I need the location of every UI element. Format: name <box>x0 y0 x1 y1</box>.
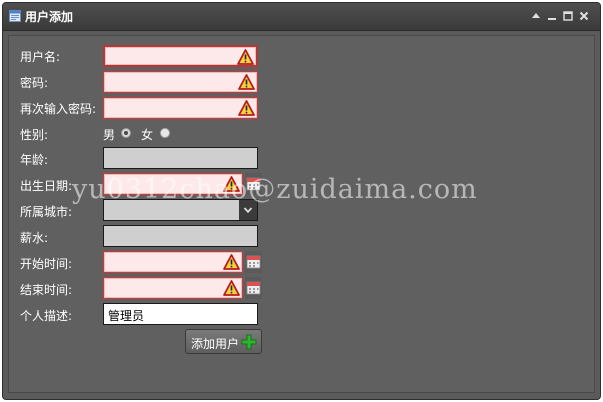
city-dropdown-trigger[interactable] <box>239 200 257 220</box>
warning-icon <box>223 254 240 270</box>
warning-icon <box>223 280 240 296</box>
city-combobox[interactable] <box>103 199 258 221</box>
calendar-icon[interactable] <box>245 277 262 299</box>
start-time-input[interactable] <box>103 251 243 273</box>
start-time-label: 开始时间: <box>20 257 73 271</box>
city-label: 所属城市: <box>20 205 73 219</box>
add-icon <box>241 334 257 350</box>
window-title: 用户添加 <box>25 10 74 24</box>
age-input[interactable] <box>103 147 258 169</box>
end-time-label: 结束时间: <box>20 283 73 297</box>
warning-icon <box>238 74 255 90</box>
description-label: 个人描述: <box>20 309 73 323</box>
age-label: 年龄: <box>20 153 49 167</box>
end-time-input[interactable] <box>103 277 243 299</box>
gender-female-label: 女 <box>141 128 154 142</box>
user-add-window: 用户添加 <box>2 2 601 400</box>
password-confirm-label: 再次输入密码: <box>20 102 97 116</box>
minimize-icon[interactable] <box>546 9 558 23</box>
password-confirm-input[interactable] <box>103 97 258 119</box>
gender-label: 性别: <box>20 128 49 142</box>
username-label: 用户名: <box>20 50 61 64</box>
form-panel <box>8 35 595 393</box>
username-input[interactable] <box>103 45 258 67</box>
birthday-label: 出生日期: <box>20 179 73 193</box>
birthday-input[interactable] <box>103 173 243 195</box>
password-label: 密码: <box>20 76 49 90</box>
calendar-icon[interactable] <box>245 251 262 273</box>
salary-input[interactable] <box>103 225 258 247</box>
add-user-button[interactable]: 添加用户 <box>185 329 262 354</box>
warning-icon <box>238 100 255 116</box>
collapse-icon[interactable] <box>530 9 542 23</box>
password-input[interactable] <box>103 71 258 93</box>
window-tools <box>530 9 592 23</box>
window-titlebar[interactable]: 用户添加 <box>3 3 600 31</box>
gender-female-radio[interactable] <box>160 128 170 138</box>
gender-male-label: 男 <box>103 128 116 142</box>
warning-icon <box>223 176 240 192</box>
description-input[interactable]: 管理员 <box>103 303 258 325</box>
close-icon[interactable] <box>578 9 590 23</box>
calendar-icon[interactable] <box>245 173 262 195</box>
salary-label: 薪水: <box>20 231 49 245</box>
gender-male-radio[interactable] <box>121 128 131 138</box>
maximize-icon[interactable] <box>562 9 574 23</box>
chevron-down-icon <box>243 207 253 214</box>
warning-icon <box>237 49 254 65</box>
window-form-icon <box>9 10 21 22</box>
